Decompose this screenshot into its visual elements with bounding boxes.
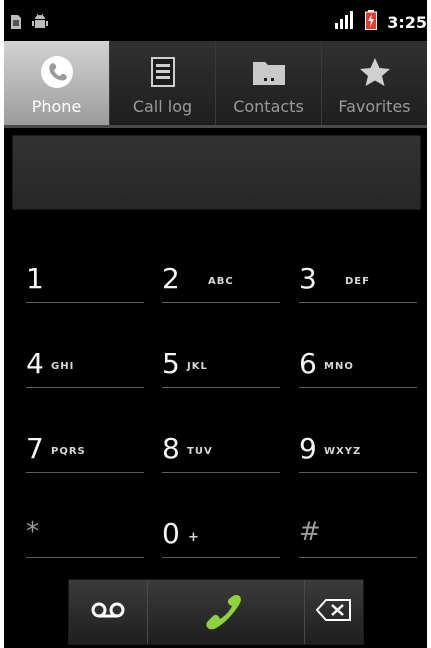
key-1[interactable]: 1: [26, 236, 144, 303]
key-letters: TUV: [187, 446, 213, 457]
key-digit: 2: [162, 262, 180, 295]
key-letters: WXYZ: [324, 446, 362, 457]
key-digit: 0: [162, 517, 180, 550]
key-2[interactable]: 2 ABC: [162, 236, 280, 303]
key-digit: 3: [299, 262, 317, 295]
key-letters: +: [188, 530, 200, 545]
key-digit: 7: [26, 432, 44, 465]
dial-action-bar: [68, 579, 364, 645]
key-7[interactable]: 7 PQRS: [26, 406, 144, 473]
key-digit: 8: [162, 432, 180, 465]
tab-label: Contacts: [233, 97, 304, 116]
list-icon: [150, 55, 175, 89]
key-letters: GHI: [51, 361, 75, 372]
tab-call-log[interactable]: Call log: [110, 41, 216, 125]
key-pound[interactable]: #: [299, 491, 417, 558]
key-4[interactable]: 4 GHI: [26, 321, 144, 388]
tab-favorites[interactable]: Favorites: [322, 41, 427, 125]
voicemail-button[interactable]: [69, 580, 148, 644]
key-digit: 5: [162, 347, 180, 380]
key-digit: 4: [26, 347, 44, 380]
tab-label: Call log: [132, 97, 193, 116]
key-5[interactable]: 5 JKL: [162, 321, 280, 388]
star-icon: [359, 55, 391, 89]
phone-handset-icon: [40, 55, 74, 89]
status-bar: 3:25: [4, 0, 427, 41]
tab-phone[interactable]: Phone: [4, 41, 110, 125]
android-debug-icon: [32, 13, 48, 34]
key-letters: MNO: [324, 361, 354, 372]
number-display[interactable]: [12, 135, 421, 210]
dialer-screen: 3:25 Phone Call log Contacts Favorites 1…: [4, 0, 427, 648]
delete-button[interactable]: [305, 580, 363, 644]
key-digit: *: [26, 517, 39, 547]
key-digit: 9: [299, 432, 317, 465]
clock-time: 3:25: [387, 12, 427, 32]
key-3[interactable]: 3 DEF: [299, 236, 417, 303]
key-letters: PQRS: [51, 446, 86, 457]
tab-label: Phone: [31, 97, 82, 116]
phone-handset-icon: [202, 587, 250, 637]
key-digit: 1: [26, 262, 44, 295]
key-0[interactable]: 0 +: [162, 491, 280, 558]
signal-icon: [335, 11, 355, 33]
tab-label: Favorites: [338, 97, 411, 116]
key-letters: ABC: [208, 276, 234, 287]
key-letters: DEF: [345, 276, 370, 287]
key-6[interactable]: 6 MNO: [299, 321, 417, 388]
key-8[interactable]: 8 TUV: [162, 406, 280, 473]
key-digit: 6: [299, 347, 317, 380]
key-digit: #: [299, 517, 321, 547]
key-9[interactable]: 9 WXYZ: [299, 406, 417, 473]
key-star[interactable]: *: [26, 491, 144, 558]
key-letters: JKL: [187, 361, 208, 372]
tab-contacts[interactable]: Contacts: [216, 41, 322, 125]
backspace-icon: [315, 599, 352, 625]
tab-bar: Phone Call log Contacts Favorites: [4, 41, 427, 128]
dial-button[interactable]: [148, 580, 305, 644]
sim-card-icon: [10, 14, 22, 34]
voicemail-icon: [91, 601, 125, 623]
folder-icon: [252, 55, 286, 89]
battery-charging-icon: [365, 10, 378, 34]
